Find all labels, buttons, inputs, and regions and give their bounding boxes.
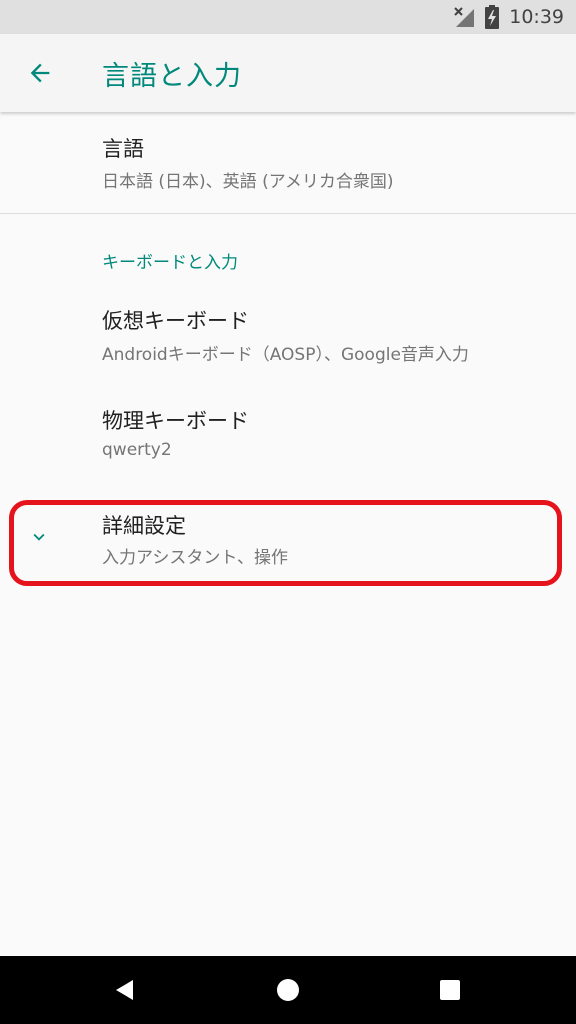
recents-square-icon bbox=[440, 980, 460, 1000]
virtual-keyboard-title: 仮想キーボード bbox=[102, 309, 249, 333]
divider bbox=[0, 213, 576, 214]
home-circle-icon bbox=[277, 979, 299, 1001]
back-button[interactable] bbox=[18, 51, 62, 95]
status-bar: 10:39 bbox=[0, 0, 576, 34]
status-time: 10:39 bbox=[509, 6, 564, 28]
language-summary: 日本語 (日本)、英語 (アメリカ合衆国) bbox=[102, 172, 394, 192]
navigation-bar bbox=[0, 956, 576, 1024]
virtual-keyboard-summary: Androidキーボード（AOSP）、Google音声入力 bbox=[102, 345, 469, 365]
virtual-keyboard-preference[interactable]: 仮想キーボード Androidキーボード（AOSP）、Google音声入力 bbox=[0, 290, 576, 390]
language-title: 言語 bbox=[102, 137, 144, 161]
physical-keyboard-title: 物理キーボード bbox=[102, 409, 249, 433]
physical-keyboard-preference[interactable]: 物理キーボード qwerty2 bbox=[0, 390, 576, 490]
app-bar: 言語と入力 bbox=[0, 34, 576, 112]
advanced-title: 詳細設定 bbox=[102, 514, 186, 538]
category-keyboard-input: キーボードと入力 bbox=[102, 253, 238, 273]
physical-keyboard-summary: qwerty2 bbox=[102, 440, 172, 460]
nav-recents-button[interactable] bbox=[430, 970, 470, 1010]
advanced-summary: 入力アシスタント、操作 bbox=[102, 548, 288, 568]
language-preference[interactable]: 言語 日本語 (日本)、英語 (アメリカ合衆国) bbox=[0, 112, 576, 213]
page-title: 言語と入力 bbox=[102, 61, 242, 92]
nav-back-button[interactable] bbox=[105, 970, 145, 1010]
chevron-down-icon bbox=[33, 533, 45, 541]
advanced-settings-preference[interactable]: 詳細設定 入力アシスタント、操作 bbox=[0, 500, 576, 586]
back-triangle-icon bbox=[116, 980, 133, 1000]
nav-home-button[interactable] bbox=[268, 970, 308, 1010]
arrow-back-icon bbox=[30, 63, 50, 83]
no-signal-icon bbox=[453, 6, 475, 28]
battery-charging-icon bbox=[485, 5, 500, 29]
